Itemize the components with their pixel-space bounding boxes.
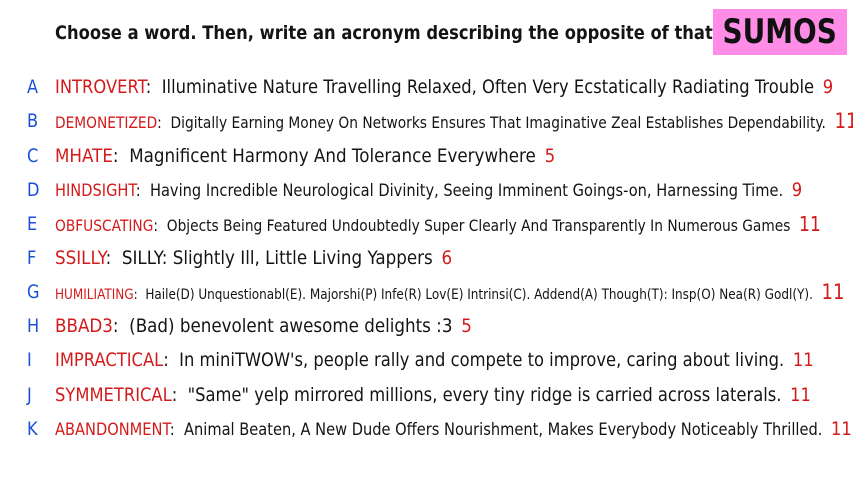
entry-count: 6: [441, 247, 453, 269]
entry-letter: J: [27, 384, 32, 406]
entry-word: MHATE: [55, 145, 113, 167]
entry-row-g: G HUMILIATING: Haile(D) Unquestionabl(E)…: [0, 277, 853, 307]
entry-letter: A: [27, 76, 39, 98]
entry-letter: D: [27, 179, 40, 201]
entry-letter: B: [27, 110, 39, 132]
entry-letter: K: [27, 418, 38, 440]
entry-line: HUMILIATING: Haile(D) Unquestionabl(E). …: [55, 277, 844, 307]
entry-letter: I: [27, 349, 32, 371]
entry-row-j: J SYMMETRICAL: "Same" yelp mirrored mill…: [0, 380, 853, 410]
entry-row-a: A INTROVERT: Illuminative Nature Travell…: [0, 72, 853, 102]
entry-line: SSILLY: SILLY: Slightly Ill, Little Livi…: [55, 243, 452, 273]
entry-count: 5: [544, 145, 556, 167]
entry-acronym: Having Incredible Neurological Divinity,…: [149, 181, 784, 201]
entry-word: BBAD3: [55, 315, 113, 337]
entry-letter: F: [27, 247, 37, 269]
entry-line: DEMONETIZED: Digitally Earning Money On …: [55, 106, 853, 136]
entry-row-f: F SSILLY: SILLY: Slightly Ill, Little Li…: [0, 243, 853, 273]
entry-count: 9: [791, 179, 803, 201]
entry-count: 11: [792, 349, 814, 371]
entry-row-e: E OBFUSCATING: Objects Being Featured Un…: [0, 209, 853, 239]
entry-row-k: K ABANDONMENT: Animal Beaten, A New Dude…: [0, 414, 853, 444]
entry-count: 9: [822, 76, 834, 98]
entry-acronym: Objects Being Featured Undoubtedly Super…: [166, 216, 791, 235]
entry-line: SYMMETRICAL: "Same" yelp mirrored millio…: [55, 380, 811, 410]
entry-line: INTROVERT: Illuminative Nature Travellin…: [55, 72, 833, 102]
entry-acronym: Haile(D) Unquestionabl(E). Majorshi(P) I…: [145, 287, 813, 303]
entry-acronym: (Bad) benevolent awesome delights :3: [129, 315, 453, 337]
entry-row-c: C MHATE: Magnificent Harmony And Toleran…: [0, 141, 853, 171]
entry-letter: H: [27, 315, 40, 337]
entry-line: ABANDONMENT: Animal Beaten, A New Dude O…: [55, 414, 852, 444]
entry-colon: :: [112, 145, 130, 167]
entry-acronym: "Same" yelp mirrored millions, every tin…: [187, 384, 782, 406]
sumos-badge: SUMOS: [713, 9, 847, 55]
entry-colon: :: [153, 216, 167, 235]
entry-acronym: Illuminative Nature Travelling Relaxed, …: [161, 76, 815, 98]
entry-row-d: D HINDSIGHT: Having Incredible Neurologi…: [0, 175, 853, 205]
entry-word: OBFUSCATING: [55, 216, 154, 235]
entry-acronym: Animal Beaten, A New Dude Offers Nourish…: [184, 420, 823, 440]
entry-colon: :: [169, 420, 185, 440]
entry-word: HINDSIGHT: [55, 181, 136, 201]
entry-count: 5: [461, 315, 472, 337]
entry-colon: :: [133, 287, 146, 303]
entry-word: INTROVERT: [55, 76, 146, 98]
entry-acronym: SILLY: Slightly Ill, Little Living Yappe…: [121, 247, 433, 269]
entry-word: HUMILIATING: [55, 287, 134, 303]
entry-acronym: Digitally Earning Money On Networks Ensu…: [170, 113, 826, 132]
entry-word: SYMMETRICAL: [55, 384, 172, 406]
entry-count: 11: [790, 384, 811, 406]
entry-count: 11: [821, 280, 845, 304]
entry-word: ABANDONMENT: [55, 420, 170, 440]
entry-acronym: Magnificent Harmony And Tolerance Everyw…: [129, 145, 536, 167]
entry-word: SSILLY: [55, 247, 106, 269]
entry-letter: E: [27, 213, 38, 235]
entry-line: BBAD3: (Bad) benevolent awesome delights…: [55, 311, 472, 341]
entry-colon: :: [135, 181, 150, 201]
entry-line: HINDSIGHT: Having Incredible Neurologica…: [55, 175, 802, 205]
entry-row-h: H BBAD3: (Bad) benevolent awesome deligh…: [0, 311, 853, 341]
entry-row-i: I IMPRACTICAL: In miniTWOW's, people ral…: [0, 345, 853, 375]
instruction-text: Choose a word. Then, write an acronym de…: [55, 22, 772, 44]
badge-label: SUMOS: [722, 12, 838, 52]
entry-acronym: In miniTWOW's, people rally and compete …: [179, 349, 785, 371]
entry-count: 11: [798, 212, 821, 236]
entry-word: DEMONETIZED: [55, 113, 158, 132]
entry-word: IMPRACTICAL: [55, 349, 164, 371]
entry-line: OBFUSCATING: Objects Being Featured Undo…: [55, 209, 821, 239]
entry-letter: C: [27, 145, 39, 167]
entry-colon: :: [145, 76, 162, 98]
entry-colon: :: [163, 349, 180, 371]
entry-colon: :: [157, 113, 171, 132]
entry-line: MHATE: Magnificent Harmony And Tolerance…: [55, 141, 555, 171]
entry-colon: :: [105, 247, 122, 269]
entry-colon: :: [112, 315, 130, 337]
entry-letter: G: [27, 281, 40, 303]
entry-count: 11: [834, 109, 853, 133]
entry-row-b: B DEMONETIZED: Digitally Earning Money O…: [0, 106, 853, 136]
entry-colon: :: [171, 384, 188, 406]
entry-count: 11: [831, 418, 852, 440]
entry-line: IMPRACTICAL: In miniTWOW's, people rally…: [55, 345, 814, 375]
